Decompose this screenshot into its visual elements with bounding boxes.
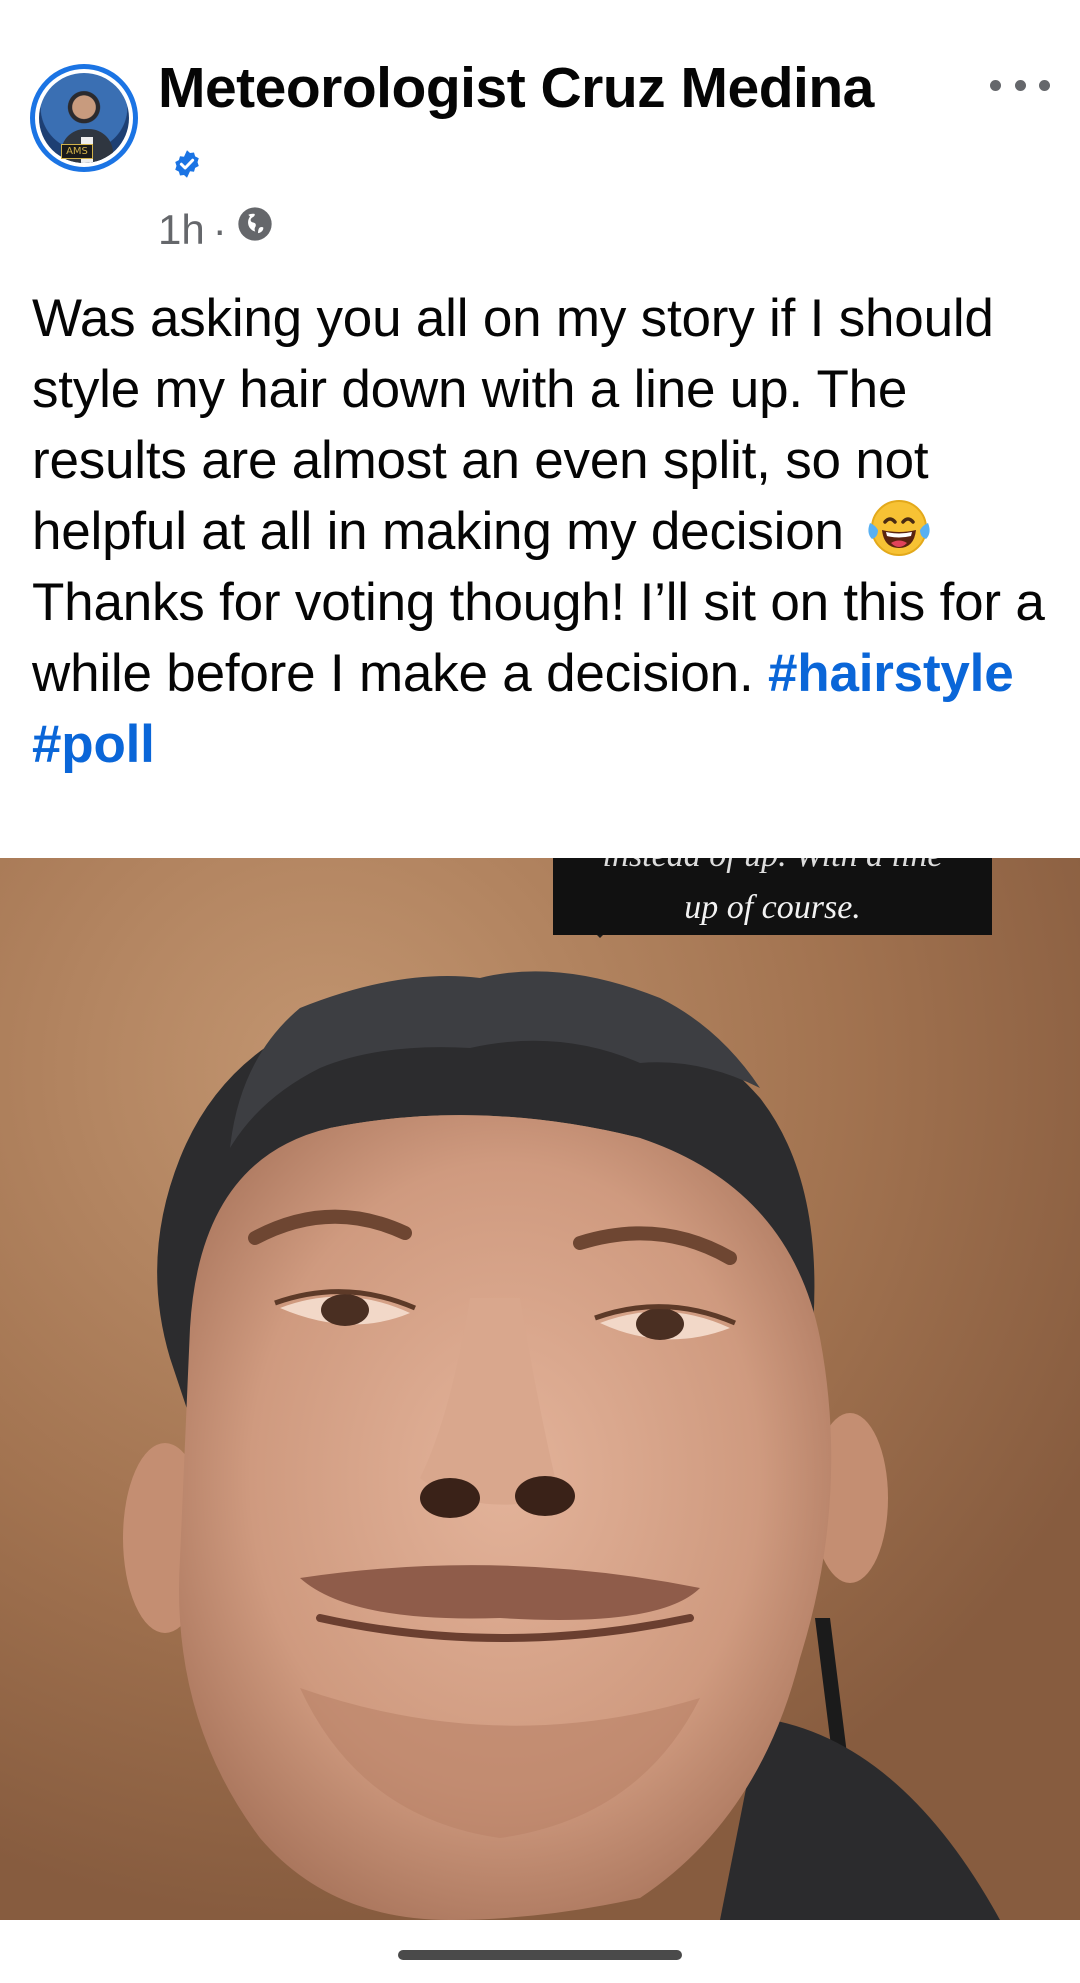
more-options-icon[interactable]	[990, 70, 1050, 100]
author-avatar[interactable]: AMS	[30, 64, 138, 172]
story-caption-partial: instead of up. With a line	[553, 858, 992, 876]
hashtag-link-poll[interactable]: #poll	[32, 715, 155, 774]
post-header: AMS Meteorologist Cruz Medina 1h ·	[0, 0, 1080, 253]
hashtag-link-hairstyle[interactable]: #hairstyle	[768, 644, 1014, 703]
author-name-block[interactable]: Meteorologist Cruz Medina	[158, 52, 878, 200]
home-indicator[interactable]	[398, 1950, 682, 1960]
story-caption-overlay: instead of up. With a line up of course.	[553, 858, 992, 935]
avatar-badge: AMS	[61, 144, 93, 159]
author-name[interactable]: Meteorologist Cruz Medina	[158, 56, 874, 120]
story-caption-text: up of course.	[684, 889, 861, 926]
post-meta: 1h ·	[158, 204, 275, 256]
selfie-illustration	[0, 858, 1080, 1920]
globe-icon[interactable]	[235, 204, 275, 256]
post-text: Was asking you all on my story if I shou…	[32, 283, 1062, 780]
system-navigation-bar	[0, 1920, 1080, 1983]
laughing-tears-emoji-icon	[864, 497, 934, 559]
verified-badge-icon	[172, 124, 202, 196]
post-photo[interactable]: instead of up. With a line up of course.	[0, 858, 1080, 1920]
post-text-part-1: Was asking you all on my story if I shou…	[32, 289, 994, 561]
meta-separator: ·	[212, 206, 227, 253]
post-time[interactable]: 1h	[158, 204, 205, 256]
